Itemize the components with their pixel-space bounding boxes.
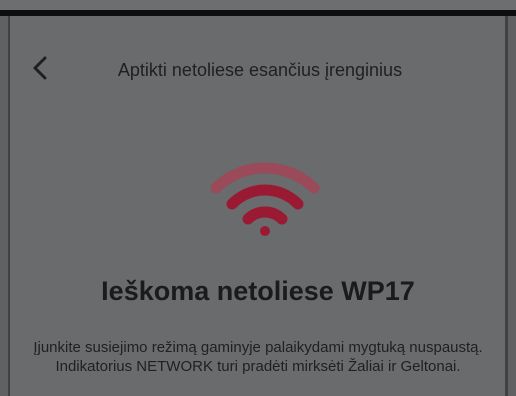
back-button[interactable] <box>28 54 52 86</box>
wifi-icon <box>210 158 320 238</box>
page-title: Aptikti netoliese esančius įrenginius <box>117 60 403 80</box>
status-bar <box>0 0 516 10</box>
screen-right-edge <box>505 16 508 396</box>
search-heading: Ieškoma netoliese WP17 <box>101 276 415 306</box>
pairing-instructions: Įjunkite susiejimo režimą gaminyje palai… <box>33 339 483 375</box>
chevron-left-icon <box>32 55 48 86</box>
app-frame: Aptikti netoliese esančius įrenginius Ie… <box>0 0 516 396</box>
